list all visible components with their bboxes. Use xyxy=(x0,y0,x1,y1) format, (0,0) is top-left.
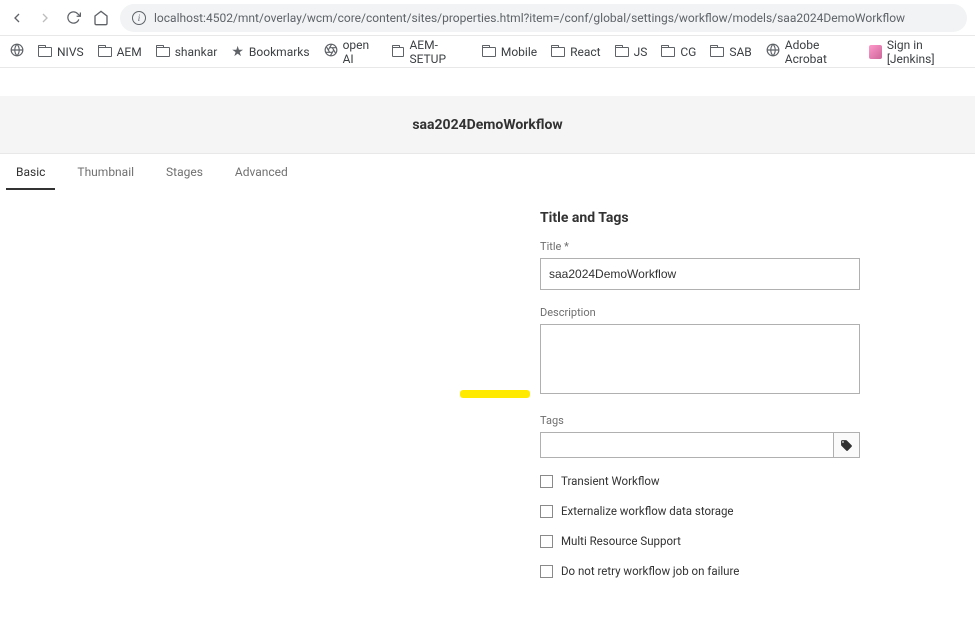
bookmark-sab[interactable]: SAB xyxy=(710,45,751,59)
tags-field: Tags xyxy=(540,414,975,458)
bookmark-acrobat[interactable]: Adobe Acrobat xyxy=(766,38,855,66)
transient-workflow-checkbox[interactable] xyxy=(540,475,553,488)
section-title: Title and Tags xyxy=(540,210,975,226)
externalize-checkbox[interactable] xyxy=(540,505,553,518)
bookmark-bookmarks[interactable]: ★ Bookmarks xyxy=(231,44,309,60)
bookmark-globe[interactable] xyxy=(10,43,24,60)
title-label: Title * xyxy=(540,240,975,253)
folder-icon xyxy=(551,47,565,57)
bookmark-mobile[interactable]: Mobile xyxy=(482,45,537,59)
bookmark-label: Adobe Acrobat xyxy=(785,38,855,66)
folder-icon xyxy=(615,47,629,57)
externalize-row: Externalize workflow data storage xyxy=(540,504,975,518)
no-retry-label: Do not retry workflow job on failure xyxy=(561,564,739,578)
title-field: Title * xyxy=(540,240,975,290)
tab-advanced[interactable]: Advanced xyxy=(219,154,304,190)
folder-icon xyxy=(38,47,52,57)
page-title: saa2024DemoWorkflow xyxy=(412,117,562,133)
transient-workflow-label: Transient Workflow xyxy=(561,474,660,488)
tabs-bar: Basic Thumbnail Stages Advanced xyxy=(0,154,975,190)
info-icon: i xyxy=(132,11,146,25)
bookmark-label: NIVS xyxy=(57,45,84,59)
bookmark-react[interactable]: React xyxy=(551,45,601,59)
star-icon: ★ xyxy=(231,44,244,60)
folder-icon xyxy=(392,47,405,57)
tags-browse-button[interactable] xyxy=(834,432,860,458)
avatar-icon xyxy=(869,45,882,59)
bookmark-cg[interactable]: CG xyxy=(661,45,696,59)
description-label: Description xyxy=(540,306,975,319)
aperture-icon xyxy=(324,43,338,60)
externalize-label: Externalize workflow data storage xyxy=(561,504,734,518)
folder-icon xyxy=(710,47,724,57)
transient-workflow-row: Transient Workflow xyxy=(540,474,975,488)
tab-thumbnail[interactable]: Thumbnail xyxy=(61,154,150,190)
bookmark-label: Mobile xyxy=(501,45,537,59)
globe-icon xyxy=(10,43,24,60)
description-field: Description xyxy=(540,306,975,398)
bookmark-nivs[interactable]: NIVS xyxy=(38,45,84,59)
folder-icon xyxy=(482,47,496,57)
tags-input[interactable] xyxy=(540,432,834,458)
tab-stages[interactable]: Stages xyxy=(150,154,219,190)
url-text: localhost:4502/mnt/overlay/wcm/core/cont… xyxy=(154,11,905,25)
bookmark-label: AEM-SETUP xyxy=(409,38,467,66)
globe-icon xyxy=(766,43,780,60)
no-retry-checkbox[interactable] xyxy=(540,565,553,578)
folder-icon xyxy=(156,47,170,57)
page-header: saa2024DemoWorkflow xyxy=(0,96,975,154)
description-input[interactable] xyxy=(540,324,860,394)
bookmark-label: Sign in [Jenkins] xyxy=(887,38,965,66)
bookmark-label: Bookmarks xyxy=(249,45,310,59)
yellow-highlight-annotation xyxy=(460,390,530,398)
bookmark-openai[interactable]: open AI xyxy=(324,38,378,66)
bookmark-aem[interactable]: AEM xyxy=(98,45,142,59)
title-input[interactable] xyxy=(540,258,860,290)
folder-icon xyxy=(661,47,675,57)
multi-resource-row: Multi Resource Support xyxy=(540,534,975,548)
multi-resource-checkbox[interactable] xyxy=(540,535,553,548)
form-content: Title and Tags Title * Description Tags … xyxy=(0,190,975,634)
bookmark-js[interactable]: JS xyxy=(615,45,648,59)
tags-label: Tags xyxy=(540,414,975,427)
bookmark-label: shankar xyxy=(175,45,218,59)
bookmark-aem-setup[interactable]: AEM-SETUP xyxy=(392,38,468,66)
tag-icon xyxy=(840,439,853,452)
bookmarks-bar: NIVS AEM shankar ★ Bookmarks open AI AEM… xyxy=(0,36,975,68)
bookmark-shankar[interactable]: shankar xyxy=(156,45,218,59)
browser-toolbar: i localhost:4502/mnt/overlay/wcm/core/co… xyxy=(0,0,975,36)
reload-button[interactable] xyxy=(64,9,82,27)
multi-resource-label: Multi Resource Support xyxy=(561,534,681,548)
bookmark-label: SAB xyxy=(729,45,751,59)
back-button[interactable] xyxy=(8,9,26,27)
bookmark-label: JS xyxy=(634,45,648,59)
bookmark-label: open AI xyxy=(343,38,378,66)
tab-basic[interactable]: Basic xyxy=(0,154,61,190)
address-bar[interactable]: i localhost:4502/mnt/overlay/wcm/core/co… xyxy=(120,4,967,32)
home-button[interactable] xyxy=(92,9,110,27)
bookmark-jenkins[interactable]: Sign in [Jenkins] xyxy=(869,38,965,66)
folder-icon xyxy=(98,47,112,57)
forward-button[interactable] xyxy=(36,9,54,27)
no-retry-row: Do not retry workflow job on failure xyxy=(540,564,975,578)
bookmark-label: AEM xyxy=(117,45,142,59)
bookmark-label: React xyxy=(570,45,601,59)
bookmark-label: CG xyxy=(680,45,696,59)
